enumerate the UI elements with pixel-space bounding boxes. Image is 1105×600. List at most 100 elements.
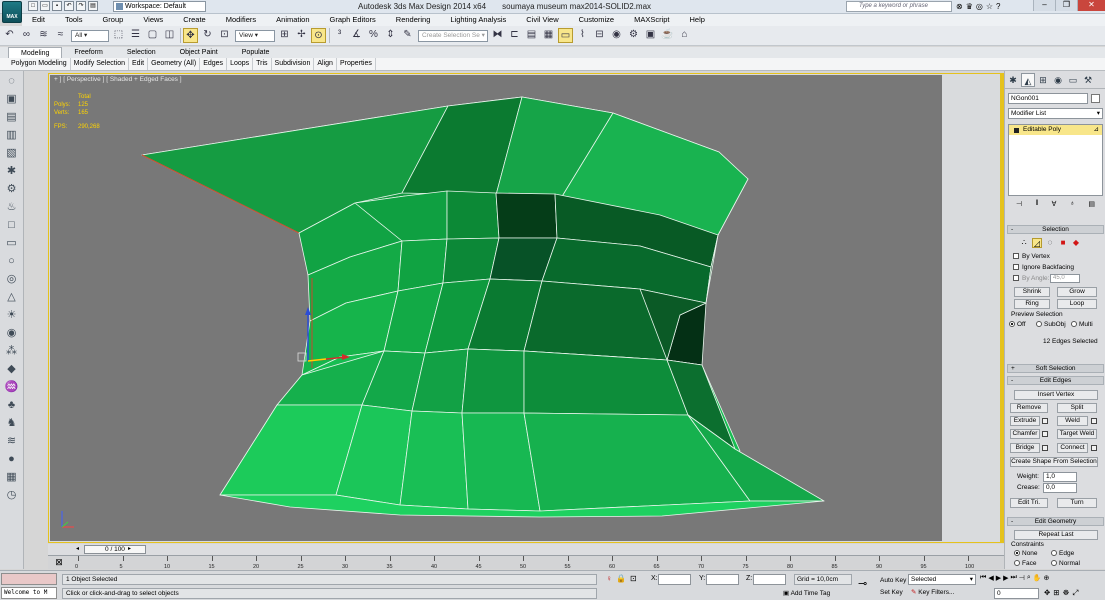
scene-explorer-icon[interactable]: ▥ (4, 128, 19, 143)
project-folder-icon[interactable]: ▤ (88, 1, 98, 11)
asset-tracking-icon[interactable]: ▧ (4, 146, 19, 161)
ribbon-panel-polygon-modeling[interactable]: Polygon Modeling (8, 58, 71, 70)
minimize-button[interactable]: – (1033, 0, 1055, 11)
soft-selection-rollout-header[interactable]: + Soft Selection (1007, 364, 1104, 373)
play-icon[interactable]: ▶ (996, 574, 1001, 582)
render-setup-icon[interactable]: ⚙ (626, 28, 641, 43)
field-of-view-icon[interactable]: ⊕ (1044, 574, 1050, 582)
undo-icon[interactable]: ↶ (64, 1, 74, 11)
by-vertex-checkbox[interactable]: By Vertex (1013, 253, 1050, 261)
weld-button[interactable]: Weld (1057, 416, 1088, 426)
repeat-last-button[interactable]: Repeat Last (1014, 530, 1098, 540)
menu-tools[interactable]: Tools (55, 14, 93, 26)
calculator-icon[interactable]: ▦ (4, 470, 19, 485)
connect-settings-icon[interactable] (1091, 445, 1097, 451)
menu-graph-editors[interactable]: Graph Editors (320, 14, 386, 26)
spider-icon[interactable]: ✱ (4, 164, 19, 179)
light-bulb-icon[interactable] (1014, 128, 1019, 133)
percent-snap-icon[interactable]: % (366, 28, 381, 43)
utilities-tab-icon[interactable]: ⚒ (1081, 73, 1095, 87)
set-key-button[interactable]: Set Key (880, 589, 903, 596)
close-button[interactable]: ✕ (1077, 0, 1105, 11)
geosphere-icon[interactable]: ◉ (4, 326, 19, 341)
ribbon-panel-properties[interactable]: Properties (337, 58, 376, 70)
constraint-edge-radio[interactable]: Edge (1051, 550, 1074, 558)
render-production-icon[interactable]: ☕ (660, 28, 675, 43)
modify-tab-icon[interactable]: ◭ (1021, 73, 1035, 87)
light-icon[interactable]: ☀ (4, 308, 19, 323)
display-tab-icon[interactable]: ▭ (1066, 73, 1080, 87)
z-coordinate-field[interactable] (753, 574, 786, 585)
selection-lock-icon[interactable]: 🔒 (616, 574, 626, 583)
unlink-icon[interactable]: ≋ (36, 28, 51, 43)
viewport-layout-icon[interactable]: ▣ (4, 92, 19, 107)
remove-button[interactable]: Remove (1010, 403, 1048, 413)
chamfer-button[interactable]: Chamfer (1010, 429, 1040, 439)
split-button[interactable]: Split (1057, 403, 1097, 413)
align-icon[interactable]: ⊏ (507, 28, 522, 43)
menu-lighting-analysis[interactable]: Lighting Analysis (440, 14, 516, 26)
rectangular-selection-icon[interactable]: ▢ (145, 28, 160, 43)
track-bar[interactable]: 0 5 10 15 20 25 30 35 40 45 50 55 60 65 70 75 80 85 90 95 10… (48, 555, 1004, 570)
show-end-result-icon[interactable]: ‖ (1035, 200, 1038, 212)
ribbon-panel-edit[interactable]: Edit (129, 58, 149, 70)
crease-spinner[interactable]: 0,0 (1043, 483, 1077, 493)
orbit-nav-icon[interactable]: ✋ (1033, 574, 1042, 582)
zoom-icon[interactable]: ⌕ (1027, 574, 1031, 582)
layer-explorer-icon[interactable]: ▤ (4, 110, 19, 125)
undo-icon[interactable]: ↶ (2, 28, 17, 43)
curve-editor-icon[interactable]: ⌇ (575, 28, 590, 43)
bridge-settings-icon[interactable] (1042, 445, 1048, 451)
ribbon-tab-selection[interactable]: Selection (115, 47, 168, 58)
named-selection-sets-dropdown[interactable]: Create Selection Se ▾ (418, 29, 488, 42)
insert-vertex-button[interactable]: Insert Vertex (1014, 390, 1098, 400)
maxscript-mini-listener[interactable] (1, 573, 57, 585)
auto-key-button[interactable]: Auto Key (880, 577, 906, 584)
modifier-list-dropdown[interactable]: Modifier List ▾ (1008, 108, 1103, 119)
bridge-button[interactable]: Bridge (1010, 443, 1040, 453)
make-unique-icon[interactable]: ∀ (1052, 200, 1057, 212)
layer-manager-icon[interactable]: ▤ (524, 28, 539, 43)
target-weld-button[interactable]: Target Weld (1057, 429, 1097, 439)
constraint-none-radio[interactable]: None (1014, 550, 1038, 558)
ribbon-tab-populate[interactable]: Populate (230, 47, 282, 58)
edit-geometry-rollout-header[interactable]: - Edit Geometry (1007, 517, 1104, 526)
menu-animation[interactable]: Animation (266, 14, 319, 26)
angle-snap-icon[interactable]: ∡ (349, 28, 364, 43)
loop-button[interactable]: Loop (1057, 299, 1097, 309)
ribbon-panel-geometry-all-[interactable]: Geometry (All) (148, 58, 201, 70)
selection-rollout-header[interactable]: - Selection (1007, 225, 1104, 234)
ribbon-panel-align[interactable]: Align (314, 58, 337, 70)
pan-icon[interactable]: ✥ (1044, 588, 1050, 598)
preview-off-radio[interactable]: Off (1009, 321, 1026, 329)
menu-rendering[interactable]: Rendering (386, 14, 441, 26)
cone-icon[interactable]: △ (4, 290, 19, 305)
perspective-viewport[interactable]: + ] [ Perspective ] [ Shaded + Edged Fac… (50, 75, 942, 541)
select-move-icon[interactable]: ✥ (183, 28, 198, 43)
remove-modifier-icon[interactable]: ♁ (1070, 200, 1075, 212)
extrude-settings-icon[interactable] (1042, 418, 1048, 424)
walkthrough-icon[interactable]: ☸ (1063, 588, 1070, 598)
box-icon[interactable]: □ (4, 218, 19, 233)
pin-stack-icon[interactable]: ⊣ (1016, 200, 1022, 212)
mini-curve-editor-icon[interactable]: ⊠ (50, 555, 68, 569)
cylinder-icon[interactable]: ▭ (4, 236, 19, 251)
new-file-icon[interactable]: □ (28, 1, 38, 11)
ring-button[interactable]: Ring (1014, 299, 1050, 309)
particle-icon[interactable]: ⁂ (4, 344, 19, 359)
named-selection-icon[interactable]: ✎ (400, 28, 415, 43)
graphite-toolbar-icon[interactable]: ▦ (541, 28, 556, 43)
polygon-level-icon[interactable]: ■ (1058, 238, 1068, 248)
reference-coordinate-dropdown[interactable]: View ▾ (235, 29, 275, 42)
redo-icon[interactable]: ↷ (76, 1, 86, 11)
x-coordinate-field[interactable] (658, 574, 691, 585)
current-frame-field[interactable]: 0 (994, 588, 1039, 599)
subscription-icon[interactable]: ♛ (966, 2, 973, 11)
viewport-label[interactable]: + ] [ Perspective ] [ Shaded + Edged Fac… (54, 76, 182, 83)
border-level-icon[interactable]: ◌ (1045, 238, 1055, 248)
vertex-level-icon[interactable]: ∴ (1019, 238, 1029, 248)
ribbon-tab-object-paint[interactable]: Object Paint (168, 47, 230, 58)
ribbon-panel-modify-selection[interactable]: Modify Selection (71, 58, 130, 70)
material-editor-icon[interactable]: ◉ (609, 28, 624, 43)
ignore-backfacing-checkbox[interactable]: Ignore Backfacing (1013, 264, 1074, 272)
